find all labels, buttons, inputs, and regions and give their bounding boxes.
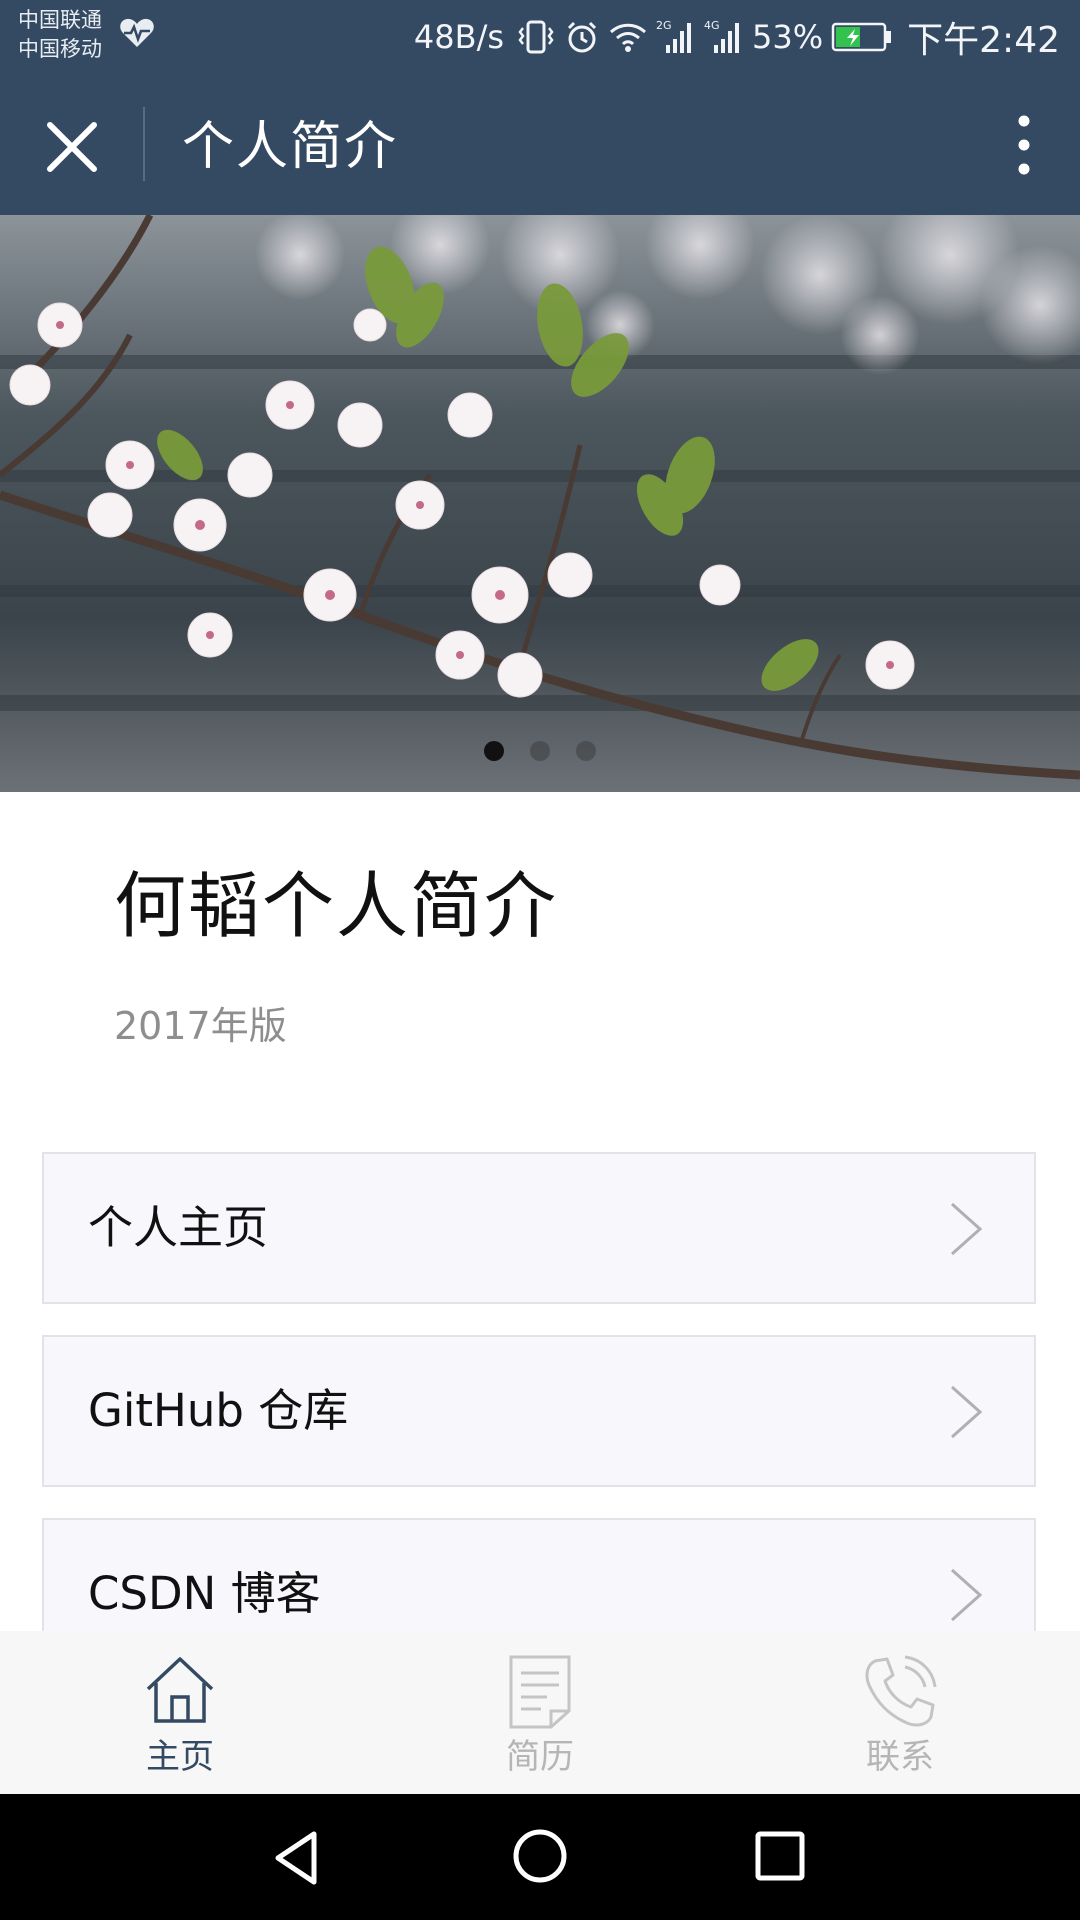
carousel-dot[interactable] [530, 741, 550, 761]
carousel-dots [0, 741, 1080, 761]
recents-icon[interactable] [752, 1828, 808, 1884]
tab-label: 主页 [146, 1737, 214, 1777]
menu-item-homepage[interactable]: 个人主页 [42, 1152, 1036, 1304]
page-subtitle: 2017年版 [114, 1004, 287, 1048]
tab-home[interactable]: 主页 [0, 1631, 360, 1794]
alarm-icon [567, 21, 597, 53]
vibrate-icon [518, 20, 554, 54]
nav-bar: 个人简介 [0, 73, 1080, 215]
tab-label: 联系 [866, 1737, 934, 1777]
carrier-2: 中国移动 [18, 37, 102, 61]
signal-2g-icon: 2G [656, 19, 692, 53]
menu-item-github[interactable]: GitHub 仓库 [42, 1335, 1036, 1487]
menu-item-label: GitHub 仓库 [88, 1384, 349, 1437]
home-icon [146, 1657, 214, 1723]
phone-icon [865, 1655, 937, 1727]
chevron-right-icon [951, 1568, 983, 1622]
battery-percent: 53% [752, 18, 824, 56]
status-icons: 48B/s 2G 4G 53% 下午2:42 [414, 12, 1060, 62]
tab-bar: 主页 简历 联系 [0, 1631, 1080, 1794]
chevron-right-icon [951, 1202, 983, 1256]
close-icon[interactable] [34, 109, 110, 185]
home-circle-icon[interactable] [510, 1826, 570, 1886]
chevron-right-icon [951, 1385, 983, 1439]
system-nav-bar [0, 1794, 1080, 1920]
more-vertical-icon[interactable] [994, 105, 1054, 185]
nav-divider [143, 107, 145, 181]
banner-image [0, 215, 1080, 792]
tab-contact[interactable]: 联系 [720, 1631, 1080, 1794]
svg-text:4G: 4G [704, 19, 720, 32]
menu-item-label: 个人主页 [88, 1201, 269, 1254]
banner-carousel[interactable] [0, 215, 1080, 792]
clock: 下午2:42 [907, 20, 1060, 61]
back-icon[interactable] [268, 1828, 328, 1888]
net-speed: 48B/s [413, 18, 505, 56]
svg-text:2G: 2G [656, 19, 672, 32]
wifi-icon [610, 23, 647, 52]
carrier-1: 中国联通 [18, 8, 102, 32]
signal-4g-icon: 4G [704, 19, 740, 53]
carousel-dot[interactable] [484, 741, 504, 761]
resume-icon [509, 1655, 571, 1729]
page-title: 何韬个人简介 [114, 864, 559, 948]
status-bar: 中国联通 中国移动 48B/s 2G 4G 53% 下午2:42 [0, 0, 1080, 73]
carousel-dot[interactable] [576, 741, 596, 761]
battery-charging-icon [831, 22, 892, 52]
tab-resume[interactable]: 简历 [360, 1631, 720, 1794]
heart-rate-icon [120, 18, 154, 47]
nav-title: 个人简介 [182, 117, 399, 177]
tab-label: 简历 [506, 1737, 574, 1777]
carrier-info: 中国联通 中国移动 [18, 6, 102, 64]
screen: 中国联通 中国移动 48B/s 2G 4G 53% 下午2:42 个人简介 何韬… [0, 0, 1080, 1920]
